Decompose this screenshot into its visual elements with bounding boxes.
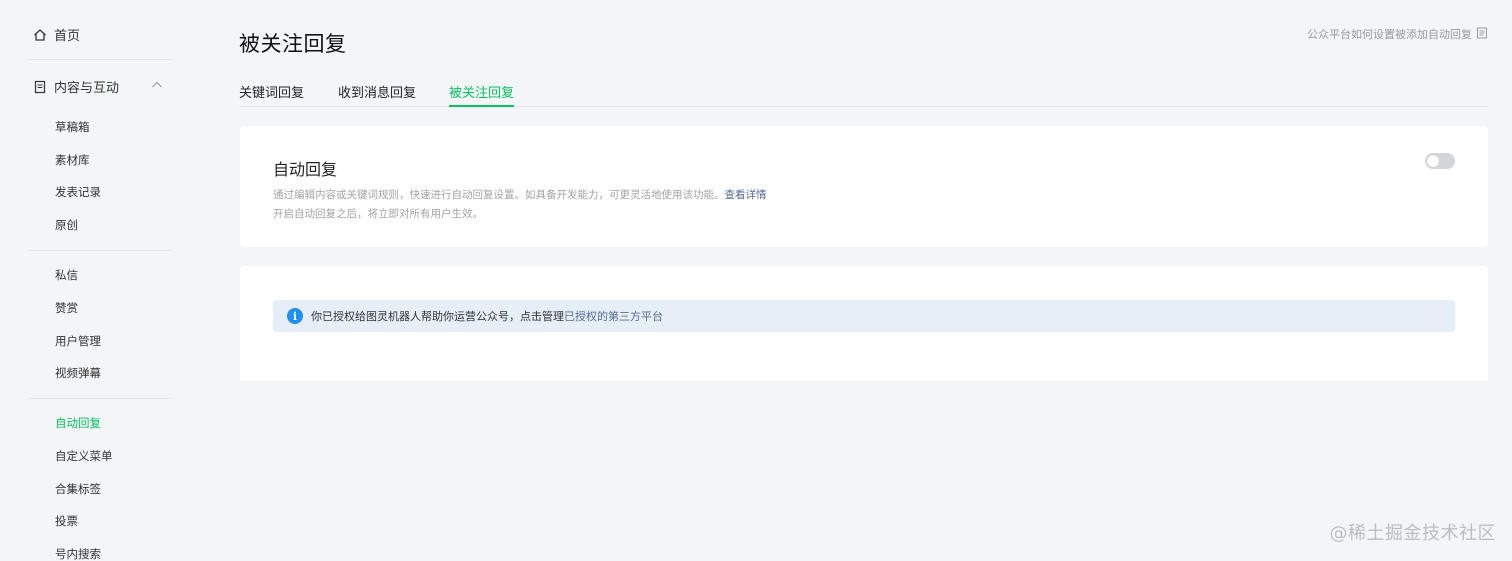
sidebar-item-messages[interactable]: 私信 (55, 267, 78, 283)
chevron-up-icon[interactable] (150, 78, 164, 92)
notice-text: 你已授权给图灵机器人帮助你运营公众号，点击管理 (311, 310, 564, 323)
auto-reply-description: 通过编辑内容或关键词规则，快速进行自动回复设置。如具备开发能力，可更灵活地使用该… (273, 186, 767, 224)
sidebar-item-drafts[interactable]: 草稿箱 (55, 119, 90, 135)
divider (28, 398, 171, 399)
auto-reply-card: 自动回复 通过编辑内容或关键词规则，快速进行自动回复设置。如具备开发能力，可更灵… (240, 126, 1488, 247)
third-party-platform-link[interactable]: 已授权的第三方平台 (564, 308, 663, 324)
sidebar-item-in-account-search[interactable]: 号内搜索 (55, 546, 101, 561)
sidebar-item-custom-menu[interactable]: 自定义菜单 (55, 448, 113, 464)
document-icon (32, 79, 48, 95)
view-details-link[interactable]: 查看详情 (725, 189, 767, 201)
divider (28, 59, 171, 60)
auto-reply-toggle[interactable] (1425, 153, 1455, 169)
sidebar-item-auto-reply[interactable]: 自动回复 (55, 415, 101, 431)
help-link-label: 公众平台如何设置被添加自动回复 (1307, 28, 1472, 41)
sidebar-item-content[interactable]: 内容与互动 (32, 77, 119, 96)
sidebar-item-appreciation[interactable]: 赞赏 (55, 300, 78, 316)
sidebar-item-home-label: 首页 (54, 29, 81, 44)
document-icon (1476, 27, 1488, 42)
divider (28, 250, 171, 251)
tab-follow-reply[interactable]: 被关注回复 (449, 82, 515, 107)
sidebar-item-original[interactable]: 原创 (55, 217, 78, 233)
watermark: @稀土掘金技术社区 (1329, 523, 1496, 544)
sidebar: 首页 内容与互动 草稿箱 素材库 发表记录 原创 私信 赞赏 用户管理 视频弹幕… (0, 0, 200, 561)
sidebar-item-user-management[interactable]: 用户管理 (55, 333, 101, 349)
info-icon: i (287, 308, 303, 324)
sidebar-item-collection-tags[interactable]: 合集标签 (55, 481, 101, 497)
tab-message-reply[interactable]: 收到消息回复 (338, 82, 416, 107)
tab-keyword-reply[interactable]: 关键词回复 (239, 82, 304, 107)
authorization-notice: i 你已授权给图灵机器人帮助你运营公众号，点击管理 已授权的第三方平台 (273, 300, 1455, 332)
sidebar-item-home[interactable]: 首页 (32, 25, 80, 44)
toggle-knob (1427, 155, 1439, 167)
tab-bar: 关键词回复 收到消息回复 被关注回复 (239, 82, 1488, 107)
sidebar-item-content-label: 内容与互动 (54, 81, 120, 96)
help-link[interactable]: 公众平台如何设置被添加自动回复 (1307, 26, 1488, 42)
description-line-1: 通过编辑内容或关键词规则，快速进行自动回复设置。如具备开发能力，可更灵活地使用该… (273, 189, 725, 201)
auto-reply-title: 自动回复 (273, 160, 338, 179)
sidebar-item-publish-records[interactable]: 发表记录 (55, 184, 101, 200)
sidebar-item-video-danmaku[interactable]: 视频弹幕 (55, 365, 101, 381)
home-icon (32, 27, 48, 43)
page-title: 被关注回复 (239, 32, 347, 56)
description-line-2: 开启自动回复之后，将立即对所有用户生效。 (273, 208, 483, 220)
authorization-card: i 你已授权给图灵机器人帮助你运营公众号，点击管理 已授权的第三方平台 (240, 266, 1488, 381)
sidebar-item-voting[interactable]: 投票 (55, 513, 78, 529)
sidebar-item-materials[interactable]: 素材库 (55, 152, 90, 168)
